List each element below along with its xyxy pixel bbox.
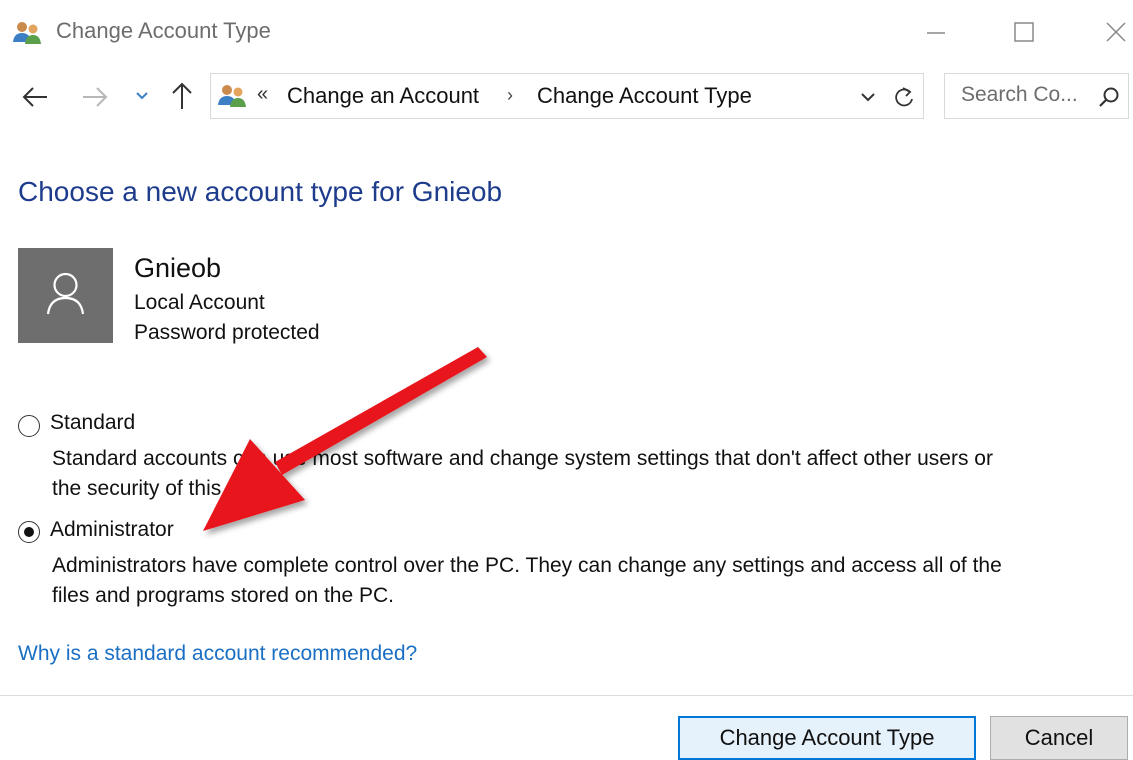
- chevron-down-icon[interactable]: [132, 84, 152, 108]
- back-arrow-icon[interactable]: [20, 82, 50, 112]
- page-title: Choose a new account type for Gnieob: [18, 176, 503, 207]
- breadcrumb-change-account-type[interactable]: Change Account Type: [537, 83, 752, 109]
- administrator-description-line-2: files and programs stored on the PC.: [52, 584, 395, 607]
- up-arrow-icon[interactable]: [168, 80, 196, 112]
- avatar: [18, 248, 113, 343]
- administrator-description-line-1: Administrators have complete control ove…: [52, 554, 1002, 577]
- standard-label[interactable]: Standard: [50, 411, 135, 435]
- address-overflow-chevron[interactable]: «: [257, 83, 268, 106]
- refresh-icon[interactable]: [891, 84, 917, 110]
- standard-description-line-1: Standard accounts can use most software …: [52, 447, 993, 470]
- close-icon[interactable]: [1098, 14, 1133, 50]
- forward-arrow-icon[interactable]: [80, 82, 110, 112]
- users-icon: [218, 85, 246, 107]
- standard-description-line-2: the security of this PC.: [52, 477, 263, 500]
- breadcrumb-separator[interactable]: ›: [507, 85, 513, 106]
- standard-description: Standard accounts can use most software …: [52, 444, 1127, 504]
- maximize-icon[interactable]: [1006, 14, 1042, 50]
- window-title: Change Account Type: [56, 18, 271, 43]
- users-icon: [13, 22, 41, 44]
- change-account-type-button[interactable]: Change Account Type: [678, 716, 976, 760]
- administrator-description: Administrators have complete control ove…: [52, 551, 1127, 611]
- search-icon[interactable]: [1097, 85, 1121, 109]
- why-standard-account-link[interactable]: Why is a standard account recommended?: [18, 642, 417, 666]
- administrator-label[interactable]: Administrator: [50, 518, 174, 542]
- breadcrumb-change-an-account[interactable]: Change an Account: [287, 83, 479, 109]
- user-account-type: Local Account: [134, 291, 265, 314]
- user-name: Gnieob: [134, 253, 222, 283]
- chevron-down-icon[interactable]: [857, 88, 879, 106]
- search-box[interactable]: Search Co...: [944, 73, 1129, 119]
- standard-radio[interactable]: [18, 415, 40, 437]
- address-bar[interactable]: « Change an Account › Change Account Typ…: [210, 73, 924, 119]
- footer-divider: [0, 695, 1133, 696]
- user-status: Password protected: [134, 321, 320, 344]
- title-bar: Change Account Type: [0, 0, 1133, 64]
- minimize-icon[interactable]: [918, 14, 954, 50]
- user-icon: [46, 272, 85, 315]
- cancel-button[interactable]: Cancel: [990, 716, 1128, 760]
- administrator-radio[interactable]: [18, 521, 40, 543]
- search-input[interactable]: Search Co...: [961, 83, 1078, 107]
